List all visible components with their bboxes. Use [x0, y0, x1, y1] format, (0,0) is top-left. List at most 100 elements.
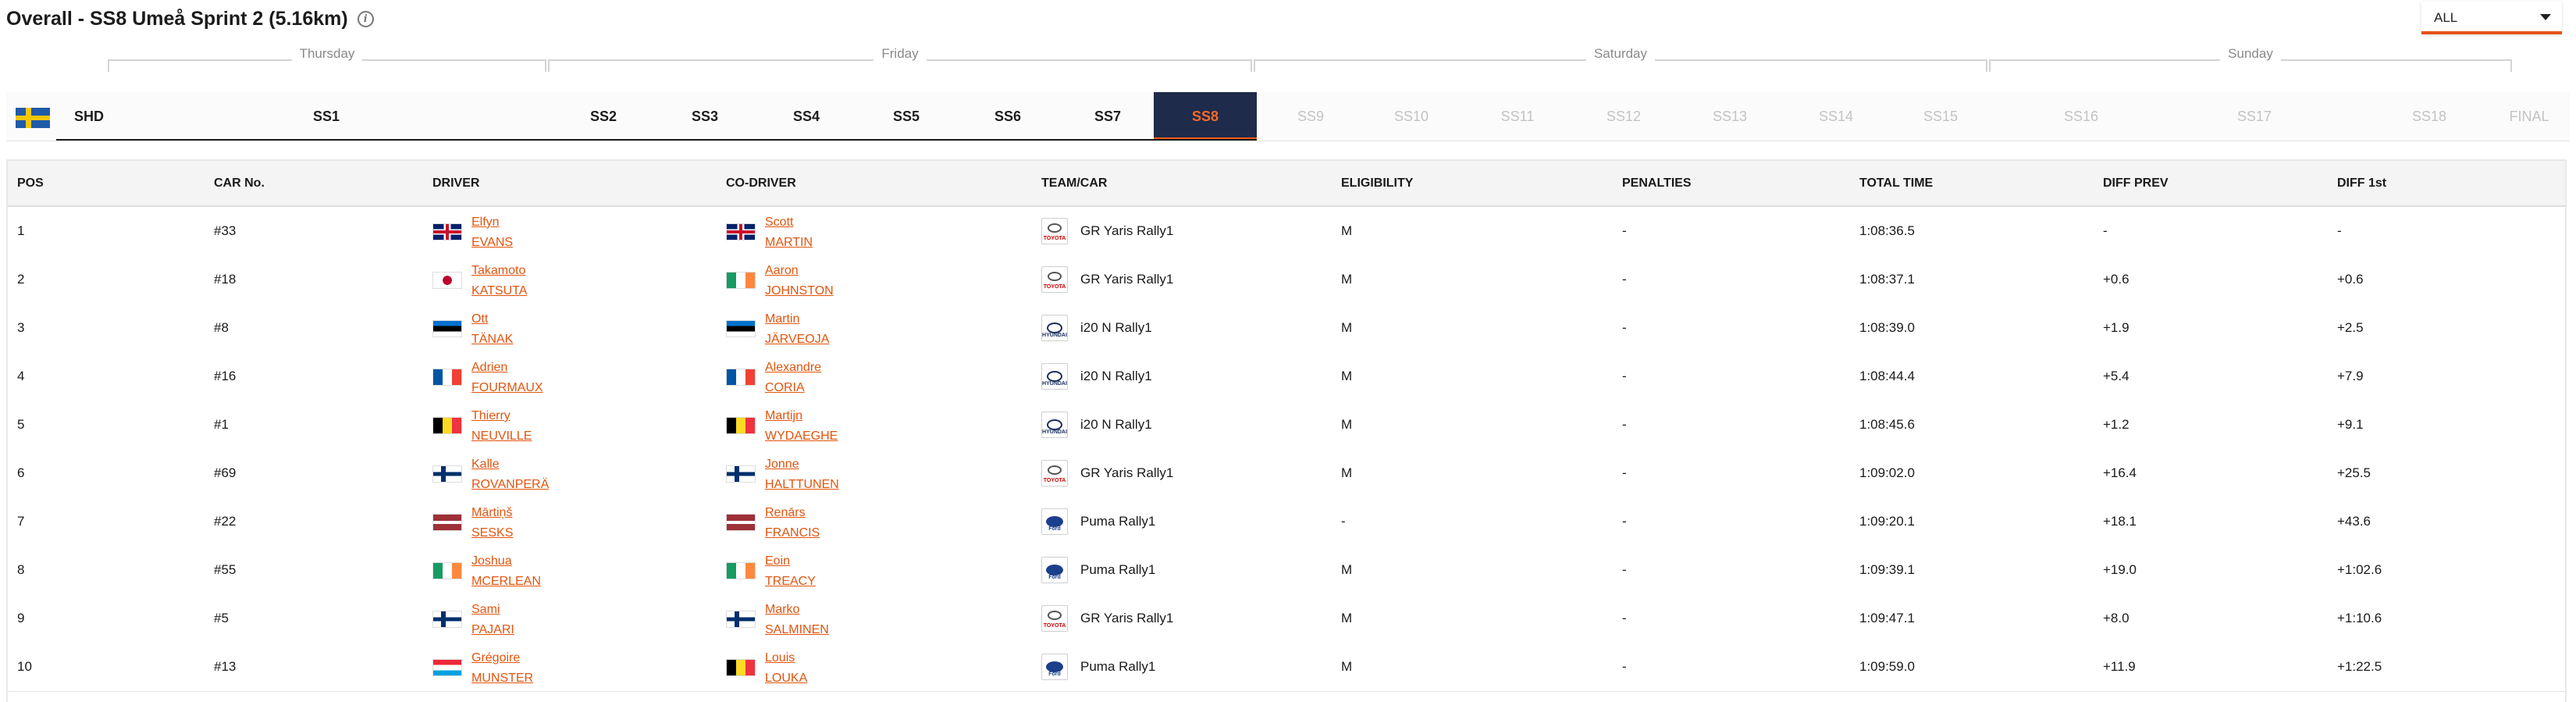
co-driver-first-name-link[interactable]: Aaron: [765, 262, 834, 280]
co-driver-last-name-link[interactable]: TREACY: [765, 573, 816, 590]
tab-ss3[interactable]: SS3: [654, 92, 756, 141]
driver-first-name-link[interactable]: Kalle: [471, 456, 549, 473]
tab-ss18[interactable]: SS18: [2375, 92, 2484, 141]
car-number-cell: #8: [214, 320, 229, 335]
team-car-text: Puma Rally1: [1080, 659, 1156, 674]
co-driver-last-name-link[interactable]: LOUKA: [765, 670, 807, 687]
penalties-cell: -: [1622, 659, 1627, 674]
eligibility-cell: M: [1341, 562, 1353, 577]
diff-prev-cell: +5.4: [2103, 369, 2129, 383]
driver-last-name-link[interactable]: EVANS: [471, 234, 513, 251]
table-row[interactable]: 6 #69 Kalle ROVANPERÄ Jonne HALTTUNEN TO…: [8, 449, 2565, 498]
diff-first-cell: +1:22.5: [2337, 659, 2382, 674]
table-row[interactable]: 2 #18 Takamoto KATSUTA Aaron JOHNSTON TO…: [8, 255, 2565, 305]
driver-first-name-link[interactable]: Ott: [471, 311, 513, 328]
table-row[interactable]: 10 #13 Grégoire MUNSTER Louis LOUKA Ford…: [8, 643, 2565, 692]
tab-ss6[interactable]: SS6: [957, 92, 1059, 141]
tab-ss16[interactable]: SS16: [2026, 92, 2136, 141]
driver-cell: Adrien FOURMAUX: [432, 352, 713, 401]
driver-last-name-link[interactable]: FOURMAUX: [471, 380, 543, 397]
tab-ss15[interactable]: SS15: [1888, 92, 1994, 141]
co-driver-first-name-link[interactable]: Scott: [765, 214, 813, 231]
col-co-driver[interactable]: CO-DRIVER: [726, 161, 796, 205]
table-row[interactable]: 9 #5 Sami PAJARI Marko SALMINEN TOYOTA G…: [8, 594, 2565, 643]
co-driver-last-name-link[interactable]: MARTIN: [765, 234, 813, 251]
col-penalties[interactable]: PENALTIES: [1622, 161, 1692, 205]
team-car-cell: TOYOTA GR Yaris Rally1: [1041, 449, 1330, 497]
driver-last-name-link[interactable]: SESKS: [471, 525, 513, 542]
eligibility-cell: M: [1341, 223, 1353, 238]
co-driver-last-name-link[interactable]: WYDAEGHE: [765, 428, 838, 445]
tab-ss1[interactable]: SS1: [272, 92, 381, 141]
col-pos[interactable]: POS: [17, 161, 44, 205]
diff-first-cell: +1:02.6: [2337, 562, 2382, 577]
co-driver-first-name-link[interactable]: Martijn: [765, 408, 838, 425]
col-eligibility[interactable]: ELIGIBILITY: [1341, 161, 1413, 205]
table-row[interactable]: 4 #16 Adrien FOURMAUX Alexandre CORIA HY…: [8, 352, 2565, 401]
tab-ss17[interactable]: SS17: [2200, 92, 2309, 141]
total-time-cell: 1:09:39.1: [1859, 562, 1915, 577]
tab-ss14[interactable]: SS14: [1783, 92, 1889, 141]
driver-last-name-link[interactable]: ROVANPERÄ: [471, 476, 549, 494]
driver-first-name-link[interactable]: Takamoto: [471, 262, 527, 280]
col-car-no[interactable]: CAR No.: [214, 161, 265, 205]
co-driver-last-name-link[interactable]: SALMINEN: [765, 622, 829, 639]
col-total-time[interactable]: TOTAL TIME: [1859, 161, 1933, 205]
table-row[interactable]: 7 #22 Mārtiņš SESKS Renārs FRANCIS Ford …: [8, 497, 2565, 547]
tab-shd[interactable]: SHD: [66, 92, 112, 141]
driver-first-name-link[interactable]: Sami: [471, 601, 514, 618]
co-driver-last-name-link[interactable]: CORIA: [765, 380, 821, 397]
team-car-cell: Ford Puma Rally1: [1041, 643, 1330, 691]
co-driver-cell: Renārs FRANCIS: [726, 497, 1023, 546]
driver-first-name-link[interactable]: Adrien: [471, 359, 543, 376]
tab-ss9[interactable]: SS9: [1260, 92, 1361, 141]
tab-ss2[interactable]: SS2: [553, 92, 654, 141]
co-driver-first-name-link[interactable]: Jonne: [765, 456, 839, 473]
driver-last-name-link[interactable]: MCERLEAN: [471, 573, 541, 590]
table-row[interactable]: 8 #55 Joshua MCERLEAN Eoin TREACY Ford P…: [8, 546, 2565, 595]
team-car-text: i20 N Rally1: [1080, 320, 1152, 335]
tab-ss13[interactable]: SS13: [1677, 92, 1783, 141]
table-row[interactable]: 5 #1 Thierry NEUVILLE Martijn WYDAEGHE H…: [8, 401, 2565, 450]
co-driver-last-name-link[interactable]: FRANCIS: [765, 525, 820, 542]
driver-last-name-link[interactable]: TÄNAK: [471, 331, 513, 348]
co-driver-first-name-link[interactable]: Eoin: [765, 553, 816, 570]
col-team-car[interactable]: TEAM/CAR: [1041, 161, 1107, 205]
diff-prev-cell: +0.6: [2103, 272, 2129, 287]
driver-last-name-link[interactable]: KATSUTA: [471, 283, 527, 300]
class-filter-select[interactable]: ALL: [2421, 2, 2562, 34]
driver-first-name-link[interactable]: Elfyn: [471, 214, 513, 231]
tab-ss7[interactable]: SS7: [1057, 92, 1158, 141]
info-icon[interactable]: i: [357, 11, 374, 27]
tab-ss10[interactable]: SS10: [1358, 92, 1464, 141]
driver-first-name-link[interactable]: Mārtiņš: [471, 504, 513, 522]
co-driver-last-name-link[interactable]: HALTTUNEN: [765, 476, 839, 494]
tab-ss12[interactable]: SS12: [1571, 92, 1677, 141]
driver-last-name-link[interactable]: MUNSTER: [471, 670, 533, 687]
co-driver-first-name-link[interactable]: Renārs: [765, 504, 820, 522]
driver-last-name-link[interactable]: PAJARI: [471, 622, 514, 639]
table-row[interactable]: 3 #8 Ott TÄNAK Martin JÄRVEOJA HYUNDAI i…: [8, 304, 2565, 353]
co-driver-cell: Martin JÄRVEOJA: [726, 304, 1023, 352]
co-driver-first-name-link[interactable]: Martin: [765, 311, 829, 328]
co-driver-first-name-link[interactable]: Alexandre: [765, 359, 821, 376]
chevron-down-icon: [2540, 14, 2551, 20]
table-row[interactable]: 1 #33 Elfyn EVANS Scott MARTIN TOYOTA GR…: [8, 207, 2565, 256]
co-driver-first-name-link[interactable]: Marko: [765, 601, 829, 618]
driver-first-name-link[interactable]: Joshua: [471, 553, 541, 570]
col-diff-prev[interactable]: DIFF PREV: [2103, 161, 2169, 205]
co-driver-first-name-link[interactable]: Louis: [765, 650, 807, 667]
tab-ss11[interactable]: SS11: [1464, 92, 1571, 141]
tab-ss4[interactable]: SS4: [756, 92, 857, 141]
co-driver-flag-icon: [726, 223, 756, 241]
co-driver-last-name-link[interactable]: JOHNSTON: [765, 283, 834, 300]
tab-final[interactable]: FINAL: [2489, 92, 2570, 141]
driver-last-name-link[interactable]: NEUVILLE: [471, 428, 532, 445]
tab-ss8[interactable]: SS8: [1154, 92, 1257, 141]
driver-first-name-link[interactable]: Thierry: [471, 408, 532, 425]
col-driver[interactable]: DRIVER: [432, 161, 479, 205]
driver-first-name-link[interactable]: Grégoire: [471, 650, 533, 667]
co-driver-last-name-link[interactable]: JÄRVEOJA: [765, 331, 829, 348]
col-diff-first[interactable]: DIFF 1st: [2337, 161, 2386, 205]
tab-ss5[interactable]: SS5: [856, 92, 957, 141]
